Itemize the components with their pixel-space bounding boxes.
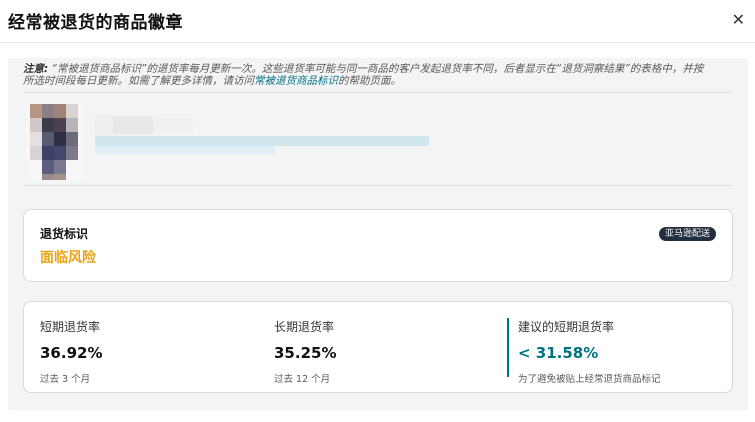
dialog-header: 经常被退货的商品徽章 ✕ xyxy=(0,0,755,43)
product-thumbnail xyxy=(26,102,83,180)
content-panel: 注意: “常被退货商品标识”的退货率每月更新一次。这些退货率可能与同一商品的客户… xyxy=(8,58,748,410)
short-term-metric: 短期退货率 36.92% 过去 3 个月 xyxy=(40,318,102,385)
recommended-note: 为了避免被贴上经常退货商品标记 xyxy=(518,374,661,385)
long-term-period: 过去 12 个月 xyxy=(274,374,331,385)
dialog-title: 经常被退货的商品徽章 xyxy=(8,13,183,33)
help-link[interactable]: 常被退货商品标识 xyxy=(254,75,338,87)
long-term-value: 35.25% xyxy=(274,344,337,362)
recommended-accent-line xyxy=(507,318,509,377)
return-badge-label: 退货标识 xyxy=(40,227,89,241)
divider xyxy=(23,185,733,186)
divider xyxy=(23,92,733,93)
short-term-period: 过去 3 个月 xyxy=(40,374,91,385)
recommended-metric: 建议的短期退货率 < 31.58% 为了避免被贴上经常退货商品标记 xyxy=(518,318,661,385)
note-body-end: 的帮助页面。 xyxy=(338,75,401,87)
recommended-value: < 31.58% xyxy=(518,344,599,362)
note-text: 注意: “常被退货商品标识”的退货率每月更新一次。这些退货率可能与同一商品的客户… xyxy=(23,63,713,87)
note-label: 注意: xyxy=(23,63,49,75)
long-term-metric: 长期退货率 35.25% 过去 12 个月 xyxy=(274,318,336,385)
close-icon[interactable]: ✕ xyxy=(732,10,745,29)
fulfillment-badge: 亚马逊配送 xyxy=(658,227,716,241)
return-rate-card: 短期退货率 36.92% 过去 3 个月 长期退货率 35.25% 过去 12 … xyxy=(23,301,733,393)
long-term-label: 长期退货率 xyxy=(274,320,335,334)
return-badge-card: 退货标识 面临风险 亚马逊配送 xyxy=(23,209,733,282)
return-badge-status: 面临风险 xyxy=(40,250,96,266)
product-row xyxy=(23,98,733,186)
short-term-value: 36.92% xyxy=(40,344,103,362)
short-term-label: 短期退货率 xyxy=(40,320,101,334)
recommended-label: 建议的短期退货率 xyxy=(518,320,615,334)
